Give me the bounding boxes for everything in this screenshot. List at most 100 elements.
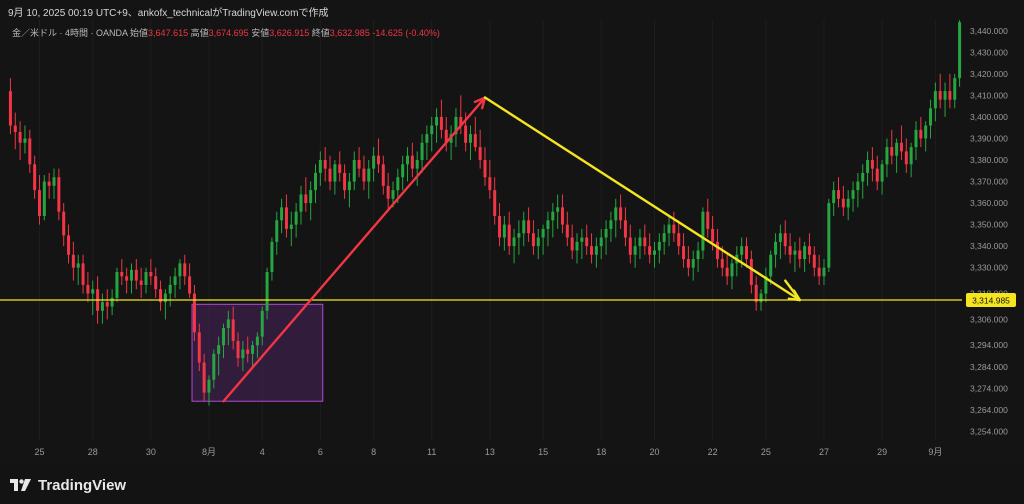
candle-up [730, 263, 734, 277]
candle-down [890, 147, 894, 156]
high-label: 高値 [190, 28, 209, 38]
candle-down [749, 259, 753, 285]
candle-down [643, 237, 647, 247]
candle-down [715, 241, 719, 260]
candle-up [144, 272, 148, 285]
date-tick-label: 22 [708, 447, 718, 457]
price-tick-label: 3,340.000 [970, 241, 1008, 251]
date-tick-label: 29 [877, 447, 887, 457]
change-value: -14.625 (-0.40%) [372, 28, 440, 38]
candle-down [362, 168, 366, 182]
date-tick-label: 11 [427, 447, 436, 457]
hook-arrow-line [784, 279, 801, 302]
candle-down [783, 233, 787, 247]
candle-down [338, 164, 342, 173]
candle-up [662, 233, 666, 242]
candle-up [652, 250, 656, 255]
candle-up [953, 78, 957, 100]
candle-up [551, 211, 555, 221]
candle-down [682, 246, 686, 260]
candle-down [527, 220, 531, 234]
candle-up [318, 160, 322, 173]
candle-down [706, 211, 710, 229]
candle-down [357, 160, 361, 169]
candle-up [52, 177, 56, 186]
open-label: 始値 [130, 28, 149, 38]
candle-up [740, 246, 744, 255]
price-tick-label: 3,360.000 [970, 198, 1008, 208]
candle-down [483, 160, 487, 178]
candle-down [686, 259, 690, 268]
candle-down [13, 125, 17, 132]
candle-down [904, 151, 908, 165]
date-tick-label: 28 [88, 447, 98, 457]
price-tick-label: 3,380.000 [970, 155, 1008, 165]
candle-up [42, 181, 46, 216]
candle-up [691, 259, 695, 268]
date-tick-label: 30 [146, 447, 156, 457]
candle-up [880, 164, 884, 182]
candle-up [701, 211, 705, 251]
candle-up [541, 228, 545, 238]
candle-down [919, 129, 923, 139]
date-tick-label: 6 [318, 447, 323, 457]
candle-up [604, 228, 608, 238]
candle-down [677, 233, 681, 247]
candle-up [522, 220, 526, 234]
candle-down [381, 164, 385, 186]
candle-up [609, 220, 613, 229]
price-tick-label: 3,410.000 [970, 90, 1008, 100]
candle-down [236, 340, 240, 359]
candlestick-chart[interactable]: 3,440.000 3,430.000 3,420.000 3,410.000 3,40… [0, 20, 1024, 466]
date-tick-label: 18 [596, 447, 606, 457]
tradingview-logo[interactable]: TradingView [10, 477, 126, 494]
candle-up [696, 250, 700, 260]
candle-up [822, 267, 826, 277]
price-tag-label: 3,314.985 [972, 296, 1010, 306]
candle-down [386, 185, 390, 199]
price-tick-label: 3,370.000 [970, 177, 1008, 187]
candle-up [924, 125, 928, 139]
candle-up [396, 177, 400, 191]
date-tick-label: 8月 [202, 447, 216, 457]
chart-plot[interactable]: 3,440.000 3,430.000 3,420.000 3,410.000 3,40… [0, 20, 1024, 466]
date-tick-label: 25 [761, 447, 771, 457]
close-label: 終値 [311, 28, 330, 38]
candle-down [323, 160, 327, 169]
candle-up [638, 237, 642, 247]
candle-up [333, 164, 337, 182]
date-tick-label: 8 [371, 447, 376, 457]
date-tick-label: 4 [260, 447, 265, 457]
candle-down [134, 269, 138, 281]
candle-down [725, 267, 729, 277]
candle-down [619, 207, 623, 221]
open-value: 3,647.615 [148, 28, 189, 38]
candle-down [410, 155, 414, 169]
candle-up [580, 237, 584, 242]
candle-up [168, 284, 172, 294]
candle-up [401, 164, 405, 178]
price-tick-label: 3,254.000 [970, 426, 1008, 436]
candle-down [899, 142, 903, 152]
low-label: 安値 [251, 28, 270, 38]
caption-text: 9月 10, 2025 00:19 UTC+9、ankofx_technical… [8, 8, 329, 19]
candle-up [575, 241, 579, 251]
candle-up [633, 246, 637, 255]
candle-up [933, 91, 937, 109]
tradingview-mark-icon [10, 479, 31, 491]
candle-up [178, 263, 182, 277]
close-value: 3,632.985 [329, 28, 370, 38]
price-tick-label: 3,390.000 [970, 133, 1008, 143]
candle-up [929, 108, 933, 126]
candle-up [129, 269, 133, 281]
candle-up [420, 142, 424, 160]
candle-up [866, 160, 870, 173]
candle-up [207, 379, 211, 393]
candle-up [885, 147, 889, 165]
candle-down [531, 233, 535, 247]
candle-up [430, 125, 434, 135]
candle-down [47, 181, 51, 186]
candle-down [493, 190, 497, 216]
candle-down [328, 168, 332, 182]
price-tick-label: 3,420.000 [970, 69, 1008, 79]
